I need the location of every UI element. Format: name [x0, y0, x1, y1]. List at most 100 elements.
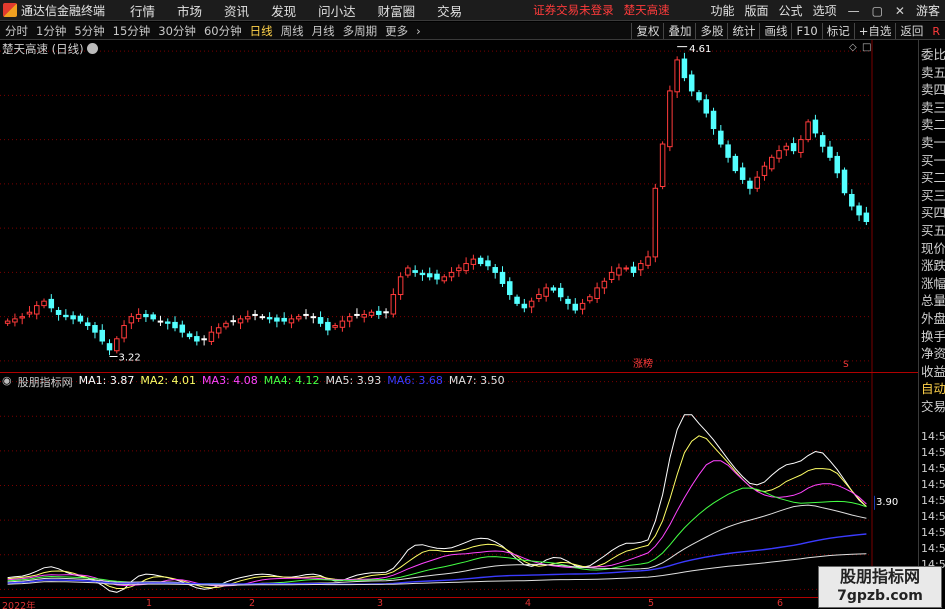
side-panel-item: 买五 — [921, 223, 945, 238]
guest-account[interactable]: 游客 — [916, 2, 940, 19]
period-toolbar: 分时 1分钟 5分钟 15分钟 30分钟 60分钟 日线 周线 月线 多周期 更… — [0, 22, 945, 40]
candle-body — [55, 309, 62, 315]
candle-body — [135, 313, 142, 319]
candle-body — [128, 316, 135, 324]
candle-body — [557, 287, 564, 298]
candle-body — [470, 258, 477, 265]
period-tab-daily[interactable]: 日线 — [250, 23, 273, 39]
candle-body — [164, 321, 171, 324]
candle-body — [659, 143, 666, 188]
ma1-label: MA1: 3.87 — [78, 374, 135, 387]
adjust-button[interactable]: 复权 — [631, 23, 663, 39]
side-panel-item: 14:56 — [921, 494, 945, 507]
close-icon[interactable]: ✕ — [895, 4, 905, 18]
candle-body — [485, 260, 491, 267]
candle-body — [434, 273, 440, 280]
candle-body — [696, 92, 702, 101]
indicator-name[interactable]: 股朋指标网 — [18, 374, 73, 390]
overlay-button[interactable]: 叠加 — [663, 23, 695, 39]
menu-item-options[interactable]: 选项 — [813, 2, 837, 19]
mark-button[interactable]: 标记 — [821, 23, 854, 39]
period-tab-1min[interactable]: 1分钟 — [36, 23, 66, 39]
add-watchlist-button[interactable]: +自选 — [853, 23, 896, 39]
candle-body — [739, 167, 746, 180]
minimize-icon[interactable]: — — [848, 4, 860, 18]
side-panel-item: 收益 — [921, 363, 945, 379]
candle-body — [477, 257, 484, 265]
period-tab-5min[interactable]: 5分钟 — [74, 23, 104, 39]
candle-body — [834, 155, 841, 174]
side-panel-item[interactable]: 自动 — [921, 378, 945, 397]
panel-icon-square[interactable]: □ — [862, 42, 871, 53]
candle-body — [405, 267, 411, 276]
period-tab-30min[interactable]: 30分钟 — [158, 23, 196, 39]
login-notice[interactable]: 证券交易未登录 — [533, 2, 614, 18]
candle-body — [645, 256, 651, 266]
menu-item-news[interactable]: 资讯 — [224, 1, 249, 20]
period-tab-multi[interactable]: 多周期 — [343, 23, 378, 39]
more-arrow-icon[interactable]: › — [416, 24, 421, 38]
candle-body — [419, 272, 426, 276]
panel-icon-diamond[interactable]: ◇ — [849, 42, 857, 53]
f10-button[interactable]: F10 — [791, 23, 821, 39]
date-axis-label: 3 — [377, 598, 384, 609]
side-panel-item: 卖四 — [921, 82, 945, 98]
candle-body — [543, 287, 549, 297]
date-axis-label: 4 — [525, 598, 532, 609]
multi-stock-button[interactable]: 多股 — [695, 23, 727, 39]
period-tab-more[interactable]: 更多 — [385, 23, 408, 39]
app-title: 通达信金融终端 — [21, 3, 106, 18]
candle-body — [572, 303, 579, 311]
side-panel-item: 14:56 — [921, 478, 945, 491]
side-panel-item: 委比 — [921, 47, 945, 62]
side-panel-item[interactable]: 交易 — [921, 396, 945, 415]
menu-item-layout[interactable]: 版面 — [745, 2, 769, 19]
menu-item-formula[interactable]: 公式 — [779, 2, 803, 19]
candle-body — [19, 316, 25, 319]
candle-body — [769, 156, 775, 170]
candle-body — [99, 329, 105, 342]
indicator-dropdown-icon[interactable]: ◉ — [2, 374, 12, 390]
candle-body — [812, 119, 819, 134]
menu-item-discover[interactable]: 发现 — [271, 1, 296, 20]
r-indicator[interactable]: R — [927, 25, 945, 38]
restore-icon[interactable]: ▢ — [872, 4, 883, 18]
candle-body — [63, 314, 69, 318]
candle-body — [565, 298, 571, 304]
period-tab-weekly[interactable]: 周线 — [281, 23, 304, 39]
candle-body — [638, 263, 644, 271]
menu-item-market[interactable]: 市场 — [177, 1, 202, 20]
candle-body — [630, 266, 637, 273]
side-panel-item: 总量 — [921, 293, 945, 309]
candle-body — [783, 145, 790, 151]
side-panel-item: 涨幅 — [921, 275, 945, 291]
candle-body — [150, 314, 156, 320]
title-dropdown-icon[interactable] — [86, 43, 98, 54]
candle-body — [194, 336, 200, 342]
candlestick-chart[interactable]: 4.604.404.204.003.803.603.403.204.613.22… — [0, 40, 875, 372]
menu-item-function[interactable]: 功能 — [711, 2, 735, 19]
period-tab-60min[interactable]: 60分钟 — [204, 23, 242, 39]
period-tab-monthly[interactable]: 月线 — [312, 23, 335, 39]
side-panel-item: 买一 — [921, 152, 945, 168]
candle-body — [841, 169, 848, 194]
statistics-button[interactable]: 统计 — [727, 23, 759, 39]
candle-body — [499, 271, 506, 284]
draw-line-button[interactable]: 画线 — [759, 23, 791, 39]
period-tab-timeshare[interactable]: 分时 — [5, 23, 28, 39]
s-marker: S — [843, 360, 849, 370]
menu-item-quotes[interactable]: 行情 — [130, 1, 155, 20]
side-panel-item: 卖五 — [921, 64, 945, 80]
back-button[interactable]: 返回 — [895, 23, 927, 39]
menu-item-wealth[interactable]: 财富圈 — [378, 1, 416, 20]
date-axis: 2022年 1 2 3 4 5 6 — [0, 598, 945, 609]
menu-bar: 通达信金融终端 行情 市场 资讯 发现 问小达 财富圈 交易 证券交易未登录 楚… — [0, 0, 945, 21]
menu-item-assistant[interactable]: 问小达 — [318, 1, 356, 20]
candle-body — [441, 276, 448, 282]
candle-body — [201, 338, 207, 341]
menu-item-trade[interactable]: 交易 — [437, 1, 462, 20]
indicator-chart[interactable]: 4.604.404.204.003.803.603.40 — [0, 373, 875, 598]
period-tab-15min[interactable]: 15分钟 — [113, 23, 151, 39]
candle-body — [70, 315, 76, 320]
side-panel-item: 卖三 — [921, 99, 945, 115]
